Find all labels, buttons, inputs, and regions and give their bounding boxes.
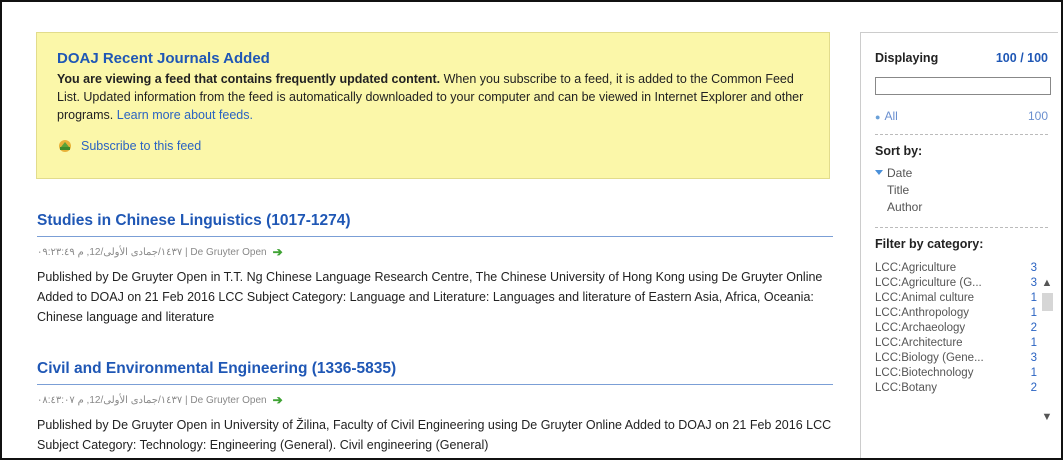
category-count: 2 bbox=[1030, 322, 1037, 334]
article-description: Published by De Gruyter Open in Universi… bbox=[37, 418, 832, 452]
filter-all-item[interactable]: ● All 100 bbox=[875, 109, 1048, 123]
article-meta: ١٤٣٧/جمادى الأولى/12, م ٠٨:٤٣:٠٧ | De Gr… bbox=[37, 393, 833, 407]
article-title[interactable]: Studies in Chinese Linguistics (1017-127… bbox=[37, 212, 833, 237]
displaying-row: Displaying 100 / 100 bbox=[875, 51, 1048, 65]
search-input[interactable] bbox=[875, 77, 1051, 95]
scroll-thumb[interactable] bbox=[1041, 293, 1053, 311]
category-count: 3 bbox=[1030, 277, 1037, 289]
category-scrollbar[interactable]: ▲ ▼ bbox=[1040, 277, 1054, 457]
category-count: 3 bbox=[1030, 352, 1037, 364]
divider bbox=[875, 227, 1048, 228]
feed-info-bold: You are viewing a feed that contains fre… bbox=[57, 72, 441, 86]
category-item[interactable]: LCC:Agriculture (G... 3 bbox=[875, 276, 1037, 291]
scroll-up-icon[interactable]: ▲ bbox=[1040, 277, 1054, 289]
category-label: LCC:Botany bbox=[875, 382, 938, 394]
article-description: Published by De Gruyter Open in T.T. Ng … bbox=[37, 270, 823, 324]
category-item[interactable]: LCC:Animal culture 1 bbox=[875, 291, 1037, 306]
article-item: Studies in Chinese Linguistics (1017-127… bbox=[37, 212, 833, 327]
sort-author[interactable]: Author bbox=[875, 199, 1048, 216]
category-list: LCC:Agriculture 3 LCC:Agriculture (G... 3 … bbox=[875, 261, 1037, 431]
all-count: 100 bbox=[1027, 109, 1048, 123]
article-title[interactable]: Civil and Environmental Engineering (133… bbox=[37, 360, 833, 385]
category-count: 1 bbox=[1030, 367, 1037, 379]
divider bbox=[875, 134, 1048, 135]
category-label: LCC:Anthropology bbox=[875, 307, 969, 319]
category-item[interactable]: LCC:Archaeology 2 bbox=[875, 321, 1037, 336]
displaying-count: 100 / 100 bbox=[995, 51, 1048, 65]
category-item[interactable]: LCC:Anthropology 1 bbox=[875, 306, 1037, 321]
category-label: LCC:Biotechnology bbox=[875, 367, 974, 379]
displaying-label: Displaying bbox=[875, 51, 939, 65]
category-item[interactable]: LCC:Agriculture 3 bbox=[875, 261, 1037, 276]
article-date-source: ١٤٣٧/جمادى الأولى/12, م ٠٨:٤٣:٠٧ | De Gr… bbox=[37, 394, 267, 406]
category-label: LCC:Animal culture bbox=[875, 292, 975, 304]
subscribe-row[interactable]: Subscribe to this feed bbox=[57, 138, 809, 154]
feed-info-banner: DOAJ Recent Journals Added You are viewi… bbox=[36, 32, 830, 179]
category-label: LCC:Archaeology bbox=[875, 322, 966, 334]
category-label: LCC:Agriculture (G... bbox=[875, 277, 982, 289]
article-item: Civil and Environmental Engineering (133… bbox=[37, 360, 833, 455]
category-count: 1 bbox=[1030, 307, 1037, 319]
article-date-source: ١٤٣٧/جمادى الأولى/12, م ٠٩:٢٣:٤٩ | De Gr… bbox=[37, 246, 267, 258]
category-item[interactable]: LCC:Biology (Gene... 3 bbox=[875, 351, 1037, 366]
learn-more-link[interactable]: Learn more about feeds. bbox=[117, 108, 253, 122]
article-meta: ١٤٣٧/جمادى الأولى/12, م ٠٩:٢٣:٤٩ | De Gr… bbox=[37, 245, 833, 259]
feed-window: DOAJ Recent Journals Added You are viewi… bbox=[0, 0, 1063, 460]
sort-date-label: Date bbox=[887, 166, 913, 180]
subscribe-feed-icon bbox=[59, 140, 71, 152]
category-count: 3 bbox=[1030, 262, 1037, 274]
category-label: LCC:Agriculture bbox=[875, 262, 957, 274]
sort-date[interactable]: Date bbox=[875, 165, 1048, 182]
green-arrow-icon[interactable]: ➔ bbox=[273, 393, 283, 407]
sort-title-option[interactable]: Title bbox=[875, 182, 1048, 199]
subscribe-link[interactable]: Subscribe to this feed bbox=[81, 139, 201, 153]
scroll-down-icon[interactable]: ▼ bbox=[1040, 411, 1054, 423]
feed-info-text: You are viewing a feed that contains fre… bbox=[57, 70, 809, 124]
category-label: LCC:Architecture bbox=[875, 337, 963, 349]
feed-sidebar: Displaying 100 / 100 ● All 100 Sort by: D… bbox=[860, 32, 1058, 458]
filter-title: Filter by category: bbox=[875, 237, 984, 251]
category-count: 2 bbox=[1030, 382, 1037, 394]
sort-triangle-icon bbox=[875, 170, 883, 175]
category-label: LCC:Biology (Gene... bbox=[875, 352, 984, 364]
sort-title: Sort by: bbox=[875, 144, 923, 158]
feed-title: DOAJ Recent Journals Added bbox=[57, 50, 270, 67]
category-count: 1 bbox=[1030, 337, 1037, 349]
all-label: All bbox=[884, 109, 898, 123]
category-item[interactable]: LCC:Botany 2 bbox=[875, 381, 1037, 396]
sort-options: Date Title Author bbox=[875, 165, 1048, 216]
green-arrow-icon[interactable]: ➔ bbox=[273, 245, 283, 259]
category-count: 1 bbox=[1030, 292, 1037, 304]
category-item[interactable]: LCC:Architecture 1 bbox=[875, 336, 1037, 351]
bullet-dot-icon: ● bbox=[875, 112, 881, 122]
category-item[interactable]: LCC:Biotechnology 1 bbox=[875, 366, 1037, 381]
